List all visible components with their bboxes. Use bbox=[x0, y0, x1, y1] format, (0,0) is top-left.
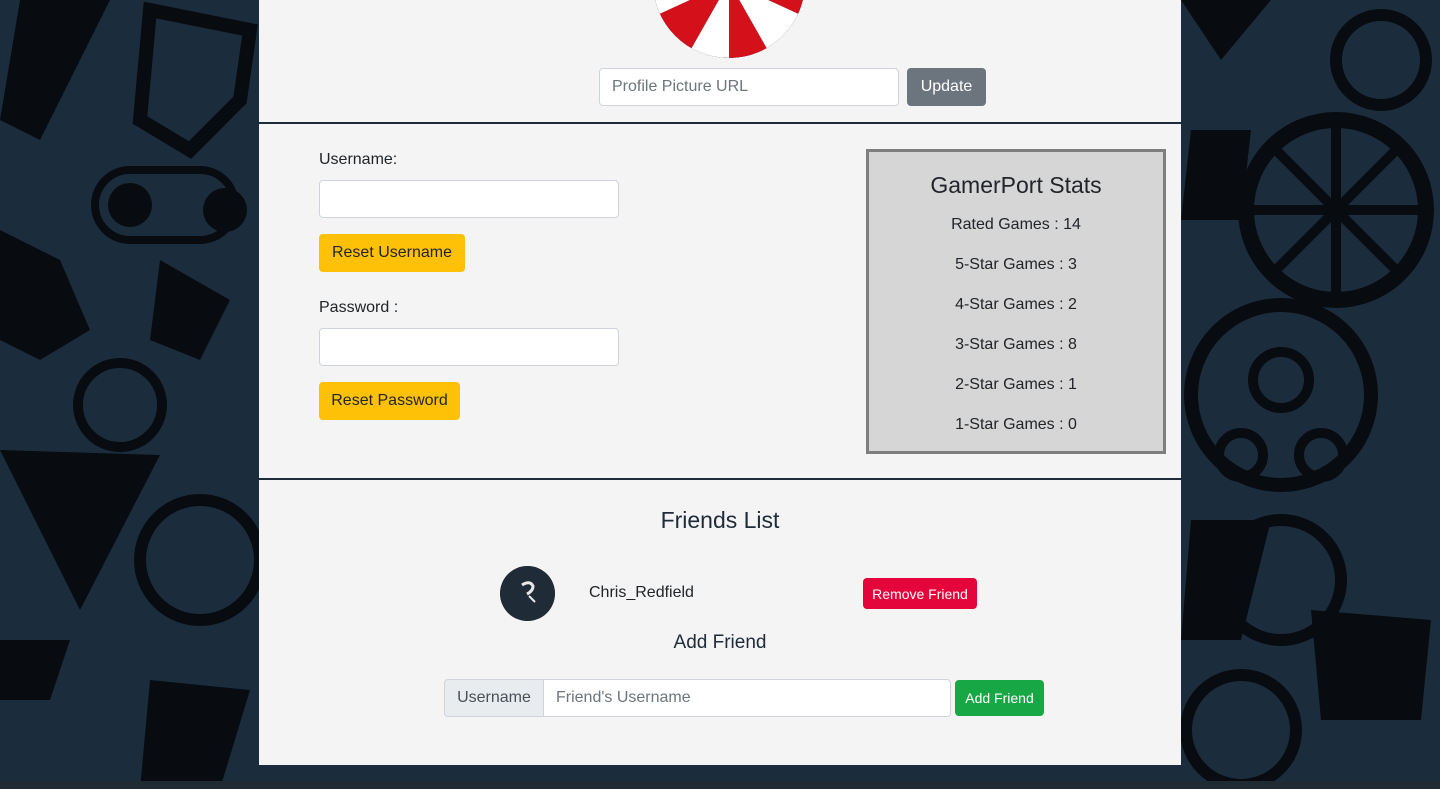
friends-list-title: Friends List bbox=[660, 507, 780, 533]
umbrella-logo-icon bbox=[654, 0, 804, 58]
stat-3-star-games: 3-Star Games : 8 bbox=[955, 336, 1077, 353]
gaming-logos-right bbox=[1181, 0, 1434, 789]
stats-box: GamerPort Stats Rated Games : 14 5-Star … bbox=[866, 149, 1166, 454]
remove-friend-button[interactable]: Remove Friend bbox=[863, 578, 977, 609]
stat-rated-games: Rated Games : 14 bbox=[951, 216, 1081, 233]
username-label: Username: bbox=[319, 151, 398, 168]
profile-picture-url-input[interactable] bbox=[599, 68, 899, 106]
stat-1-star-games: 1-Star Games : 0 bbox=[955, 416, 1077, 433]
stat-5-star-games: 5-Star Games : 3 bbox=[955, 256, 1077, 273]
username-input[interactable] bbox=[319, 180, 619, 218]
reset-password-button[interactable]: Reset Password bbox=[319, 382, 460, 420]
profile-avatar bbox=[653, 0, 805, 58]
divider-top bbox=[259, 122, 1181, 124]
friend-name: Chris_Redfield bbox=[589, 584, 694, 601]
password-input[interactable] bbox=[319, 328, 619, 366]
friend-avatar bbox=[500, 566, 555, 621]
add-friend-input-group: Username bbox=[444, 679, 951, 717]
password-label: Password : bbox=[319, 299, 399, 316]
stat-4-star-games: 4-Star Games : 2 bbox=[955, 296, 1077, 313]
gaming-logos-left bbox=[0, 0, 259, 789]
friend-username-input[interactable] bbox=[544, 679, 951, 717]
stat-2-star-games: 2-Star Games : 1 bbox=[955, 376, 1077, 393]
friend-avatar-icon bbox=[500, 566, 555, 621]
reset-username-button[interactable]: Reset Username bbox=[319, 234, 465, 272]
profile-panel: Update Username: Reset Username Password… bbox=[259, 0, 1181, 765]
update-button[interactable]: Update bbox=[907, 68, 986, 106]
stats-title: GamerPort Stats bbox=[930, 172, 1102, 198]
divider-middle bbox=[259, 478, 1181, 480]
bottom-strip bbox=[0, 781, 1440, 789]
add-friend-title: Add Friend bbox=[673, 632, 767, 653]
username-addon-label: Username bbox=[444, 679, 544, 717]
add-friend-button[interactable]: Add Friend bbox=[955, 680, 1044, 716]
